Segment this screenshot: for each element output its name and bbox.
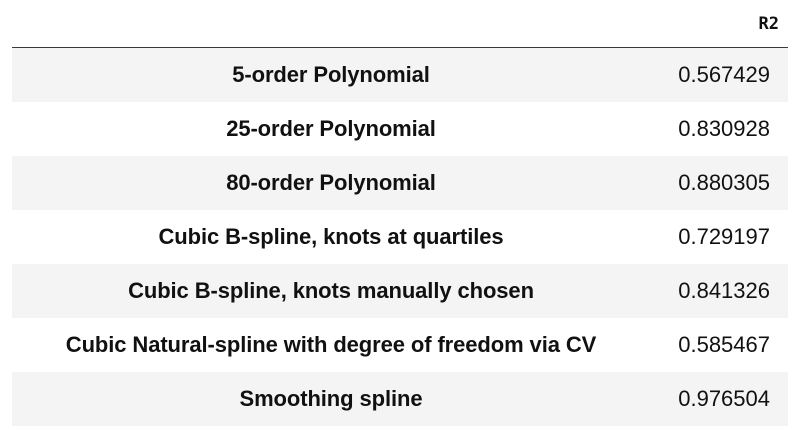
index-header-cell xyxy=(12,0,648,48)
r2-value: 0.830928 xyxy=(678,115,770,141)
r2-value: 0.729197 xyxy=(678,223,770,249)
table-row: 80-order Polynomial 0.880305 xyxy=(12,155,788,210)
r2-results-table: R2 5-order Polynomial 0.567429 25-order … xyxy=(12,0,788,426)
row-label: Smoothing spline xyxy=(239,385,423,411)
table-row: Smoothing spline 0.976504 xyxy=(12,371,788,426)
header-row: R2 xyxy=(12,0,788,48)
results-table-container: R2 5-order Polynomial 0.567429 25-order … xyxy=(12,0,788,426)
row-label: Cubic B-spline, knots manually chosen xyxy=(128,277,534,303)
r2-value: 0.841326 xyxy=(678,277,770,303)
r2-value: 0.976504 xyxy=(678,385,770,411)
table-body: 5-order Polynomial 0.567429 25-order Pol… xyxy=(12,47,788,426)
row-label: 5-order Polynomial xyxy=(232,61,430,87)
r2-value: 0.585467 xyxy=(678,331,770,357)
table-row: 5-order Polynomial 0.567429 xyxy=(12,47,788,102)
row-label: Cubic Natural-spline with degree of free… xyxy=(65,331,597,357)
table-header: R2 xyxy=(12,0,788,48)
r2-value: 0.567429 xyxy=(678,61,770,87)
table-row: 25-order Polynomial 0.830928 xyxy=(12,101,788,156)
r2-value: 0.880305 xyxy=(678,169,770,195)
row-label: 25-order Polynomial xyxy=(226,115,436,141)
row-label: Cubic B-spline, knots at quartiles xyxy=(158,223,504,249)
table-row: Cubic B-spline, knots manually chosen 0.… xyxy=(12,263,788,318)
table-row: Cubic Natural-spline with degree of free… xyxy=(12,317,788,372)
row-label: 80-order Polynomial xyxy=(226,169,436,195)
column-header-r2: R2 xyxy=(648,0,788,48)
table-row: Cubic B-spline, knots at quartiles 0.729… xyxy=(12,209,788,264)
